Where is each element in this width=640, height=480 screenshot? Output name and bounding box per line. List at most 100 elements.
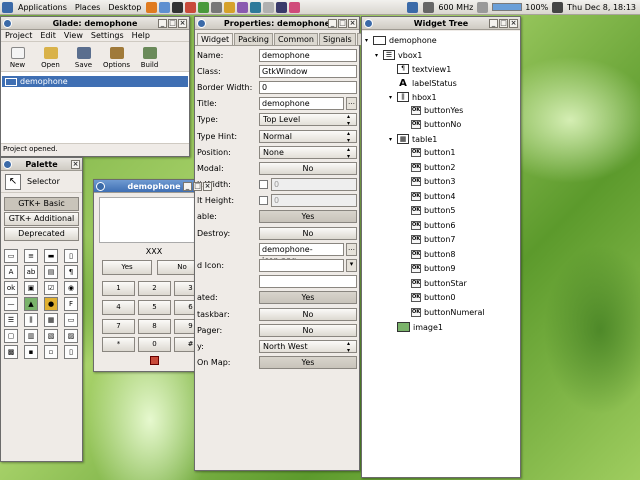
destroy-toggle[interactable]: No	[259, 226, 357, 240]
key-2[interactable]: 2	[138, 281, 171, 296]
modal-toggle[interactable]: No	[259, 161, 357, 175]
group-gtk-additional[interactable]: GTK+ Additional	[4, 212, 79, 226]
colorbutton-widget-icon[interactable]: ●	[44, 297, 58, 311]
tree-item-buttonstar[interactable]: OK buttonStar	[411, 278, 467, 288]
type-hint-select[interactable]: Normal	[259, 129, 357, 144]
tree-item-button9[interactable]: OK button9	[411, 264, 455, 273]
tree-item-button4[interactable]: OK button4	[411, 191, 455, 201]
key-4[interactable]: 4	[102, 300, 135, 315]
textview[interactable]	[99, 197, 209, 243]
fixed-widget-icon[interactable]: ▩	[4, 345, 18, 359]
label-widget-icon[interactable]: A	[4, 265, 18, 279]
foot-icon[interactable]	[2, 1, 13, 13]
app-icon[interactable]	[250, 1, 262, 13]
skip-taskbar-toggle[interactable]: No	[259, 307, 357, 321]
window-widget-icon[interactable]: ▭	[4, 249, 18, 263]
layout-widget-icon[interactable]: ▪	[24, 345, 38, 359]
open-button[interactable]: Open	[34, 47, 67, 71]
menu-settings[interactable]: Settings	[87, 31, 128, 40]
image-widget-icon[interactable]: ▲	[24, 297, 38, 311]
default-width-checkbox[interactable]	[259, 180, 268, 190]
menu-desktop[interactable]: Desktop	[104, 3, 145, 12]
minimize-button[interactable]: _	[328, 18, 337, 28]
named-icon-dropdown[interactable]: ▾	[346, 259, 357, 273]
window-menu-icon[interactable]	[197, 18, 206, 28]
icon-field[interactable]: demophone-icon.png	[259, 242, 344, 265]
tree-item-demophone[interactable]: ▾ demophone	[365, 36, 437, 45]
tree-item-image1[interactable]: image1	[397, 322, 443, 332]
key-1[interactable]: 1	[102, 281, 135, 296]
focus-on-map-toggle[interactable]: Yes	[259, 356, 357, 370]
handlebox-widget-icon[interactable]: ▯	[64, 249, 78, 263]
window-menu-icon[interactable]	[96, 181, 105, 191]
key-7[interactable]: 7	[102, 319, 135, 334]
combo-widget-icon[interactable]: ▤	[44, 265, 58, 279]
tree-item-table1[interactable]: ▾ ▦ table1	[389, 134, 437, 144]
paned-widget-icon[interactable]: ▨	[64, 329, 78, 343]
help-icon[interactable]	[198, 1, 210, 13]
tree-item-buttonno[interactable]: OK buttonNo	[411, 120, 461, 129]
minimize-button[interactable]: _	[489, 18, 498, 28]
window-menu-icon[interactable]	[3, 18, 12, 28]
glade-titlebar[interactable]: Glade: demophone _ □ ×	[1, 17, 189, 30]
skip-pager-toggle[interactable]: No	[259, 323, 357, 337]
position-select[interactable]: None	[259, 145, 357, 160]
icon-browse-button[interactable]: …	[346, 242, 357, 256]
app-icon[interactable]	[237, 1, 249, 13]
default-width-spin[interactable]: 0	[271, 178, 357, 192]
radio-widget-icon[interactable]: ◉	[64, 281, 78, 295]
menu-help[interactable]: Help	[128, 31, 154, 40]
blank-field[interactable]	[259, 275, 357, 289]
project-item[interactable]: demophone	[2, 76, 188, 87]
tree-item-button1[interactable]: OK button1	[411, 148, 455, 157]
menubar-widget-icon[interactable]: ≡	[24, 249, 38, 263]
hbox-widget-icon[interactable]: ⫼	[24, 313, 38, 327]
tree-item-button3[interactable]: OK button3	[411, 177, 455, 186]
tree-item-button7[interactable]: OK button7	[411, 235, 455, 244]
terminal-icon[interactable]	[172, 1, 184, 13]
yes-button[interactable]: Yes	[102, 260, 152, 275]
mail-icon[interactable]	[159, 1, 171, 13]
tree-item-buttonyes[interactable]: OK buttonYes	[411, 106, 463, 115]
maximize-button[interactable]: □	[499, 18, 508, 28]
button-widget-icon[interactable]: ok	[4, 281, 18, 295]
window-menu-icon[interactable]	[364, 18, 373, 28]
separator-widget-icon[interactable]: —	[4, 297, 18, 311]
named-icon-combo[interactable]	[259, 259, 344, 273]
vbox-widget-icon[interactable]: ☰	[4, 313, 18, 327]
app-icon[interactable]	[224, 1, 236, 13]
properties-titlebar[interactable]: Properties: demophone _ □ ×	[195, 17, 359, 30]
tree-item-button0[interactable]: OK button0	[411, 293, 455, 302]
checkbox-widget-icon[interactable]: ☑	[44, 281, 58, 295]
key-0[interactable]: 0	[138, 337, 171, 352]
menu-project[interactable]: Project	[1, 31, 36, 40]
tree-item-labelstatus[interactable]: AlabelStatus	[397, 78, 457, 89]
close-button[interactable]: ×	[71, 159, 80, 169]
close-button[interactable]: ×	[509, 18, 518, 28]
options-button[interactable]: Options	[100, 47, 133, 71]
build-button[interactable]: Build	[133, 47, 166, 71]
maximize-button[interactable]: □	[193, 181, 202, 191]
volume-icon[interactable]	[477, 1, 489, 13]
viewport-widget-icon[interactable]: ▧	[44, 329, 58, 343]
menu-places[interactable]: Places	[71, 3, 104, 12]
alignment-widget-icon[interactable]: ▫	[44, 345, 58, 359]
network-icon[interactable]	[407, 1, 419, 13]
entry-widget-icon[interactable]: ab	[24, 265, 38, 279]
app-icon[interactable]	[263, 1, 275, 13]
tab-packing[interactable]: Packing	[234, 33, 273, 45]
group-deprecated[interactable]: Deprecated	[4, 227, 79, 241]
tree-item-textview1[interactable]: ¶ textview1	[397, 64, 451, 74]
gravity-select[interactable]: North West	[259, 339, 357, 354]
title-edit-button[interactable]: …	[346, 97, 357, 111]
palette-titlebar[interactable]: Palette ×	[1, 158, 82, 171]
tree-item-hbox1[interactable]: ▾ ⫼ hbox1	[389, 92, 437, 102]
maximize-button[interactable]: □	[168, 18, 177, 28]
textview-widget-icon[interactable]: ¶	[64, 265, 78, 279]
close-button[interactable]: ×	[348, 18, 357, 28]
tab-common[interactable]: Common	[273, 33, 318, 45]
toggle-widget-icon[interactable]: ▣	[24, 281, 38, 295]
border-width-spin[interactable]: 0	[259, 80, 357, 94]
key-star[interactable]: *	[102, 337, 135, 352]
group-gtk-basic[interactable]: GTK+ Basic	[4, 197, 79, 211]
